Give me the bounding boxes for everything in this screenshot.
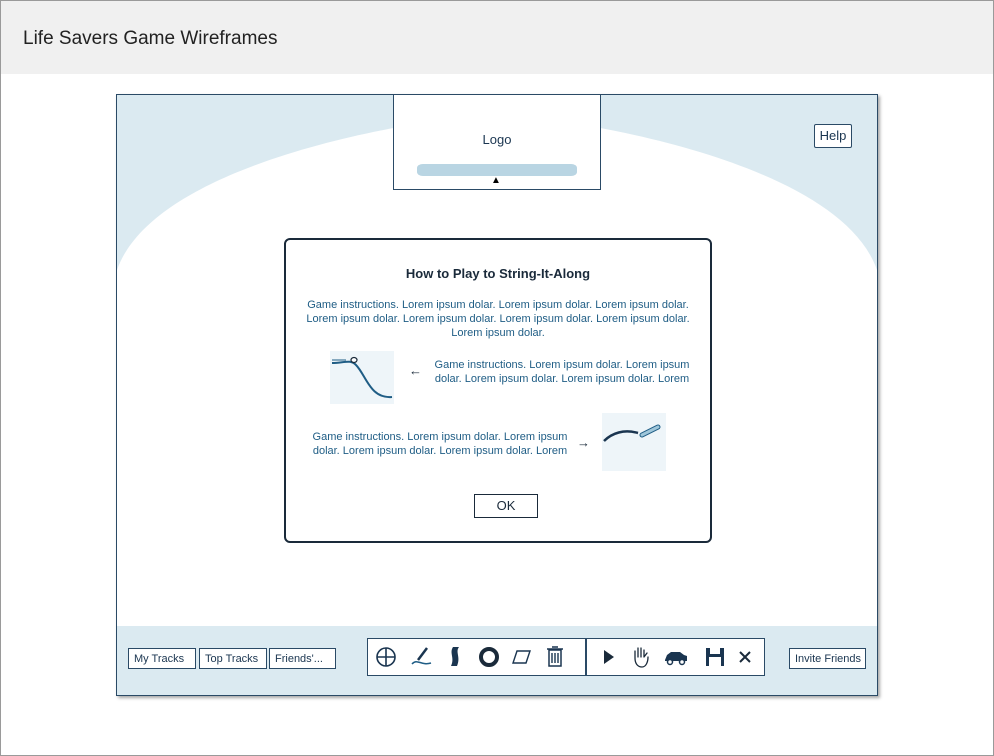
left-arrow-icon: ←	[409, 363, 422, 378]
string-draw-illustration	[602, 413, 666, 471]
play-tools-group	[586, 638, 765, 676]
bottom-toolbar: My Tracks Top Tracks Friends'... Invite …	[117, 626, 877, 695]
game-canvas: Logo ▲ Help How to Play to String-It-Alo…	[116, 94, 878, 696]
ok-button[interactable]: OK	[474, 494, 538, 518]
step-one-text: Game instructions. Lorem ipsum dolar. Lo…	[434, 359, 690, 385]
save-icon[interactable]	[702, 644, 728, 670]
pen-icon[interactable]	[409, 644, 435, 670]
ring-icon[interactable]	[476, 644, 502, 670]
close-icon[interactable]	[732, 644, 758, 670]
dialog-intro-text: Game instructions. Lorem ipsum dolar. Lo…	[306, 299, 690, 339]
instructions-dialog: How to Play to String-It-Along Game inst…	[284, 238, 712, 543]
right-arrow-icon: →	[577, 435, 590, 450]
draw-tools-group	[367, 638, 586, 676]
string-curve-illustration	[330, 351, 394, 404]
page-title: Life Savers Game Wireframes	[23, 28, 278, 49]
s-curve-icon[interactable]	[443, 644, 469, 670]
eraser-icon[interactable]	[509, 644, 535, 670]
logo-panel: Logo ▲	[393, 95, 601, 190]
play-icon[interactable]	[595, 644, 621, 670]
trash-icon[interactable]	[542, 644, 568, 670]
friends-tracks-button[interactable]: Friends'...	[269, 648, 336, 669]
my-tracks-button[interactable]: My Tracks	[128, 648, 196, 669]
car-icon[interactable]	[663, 644, 689, 670]
title-bar: Life Savers Game Wireframes	[1, 1, 993, 74]
help-button[interactable]: Help	[814, 124, 852, 148]
dialog-title: How to Play to String-It-Along	[405, 266, 591, 281]
up-arrow-icon[interactable]: ▲	[491, 175, 501, 186]
step-two-text: Game instructions. Lorem ipsum dolar. Lo…	[312, 431, 568, 457]
logo-label: Logo	[482, 132, 512, 147]
hand-icon[interactable]	[628, 644, 654, 670]
top-tracks-button[interactable]: Top Tracks	[199, 648, 267, 669]
invite-friends-button[interactable]: Invite Friends	[789, 648, 866, 669]
crosshair-icon[interactable]	[373, 644, 399, 670]
